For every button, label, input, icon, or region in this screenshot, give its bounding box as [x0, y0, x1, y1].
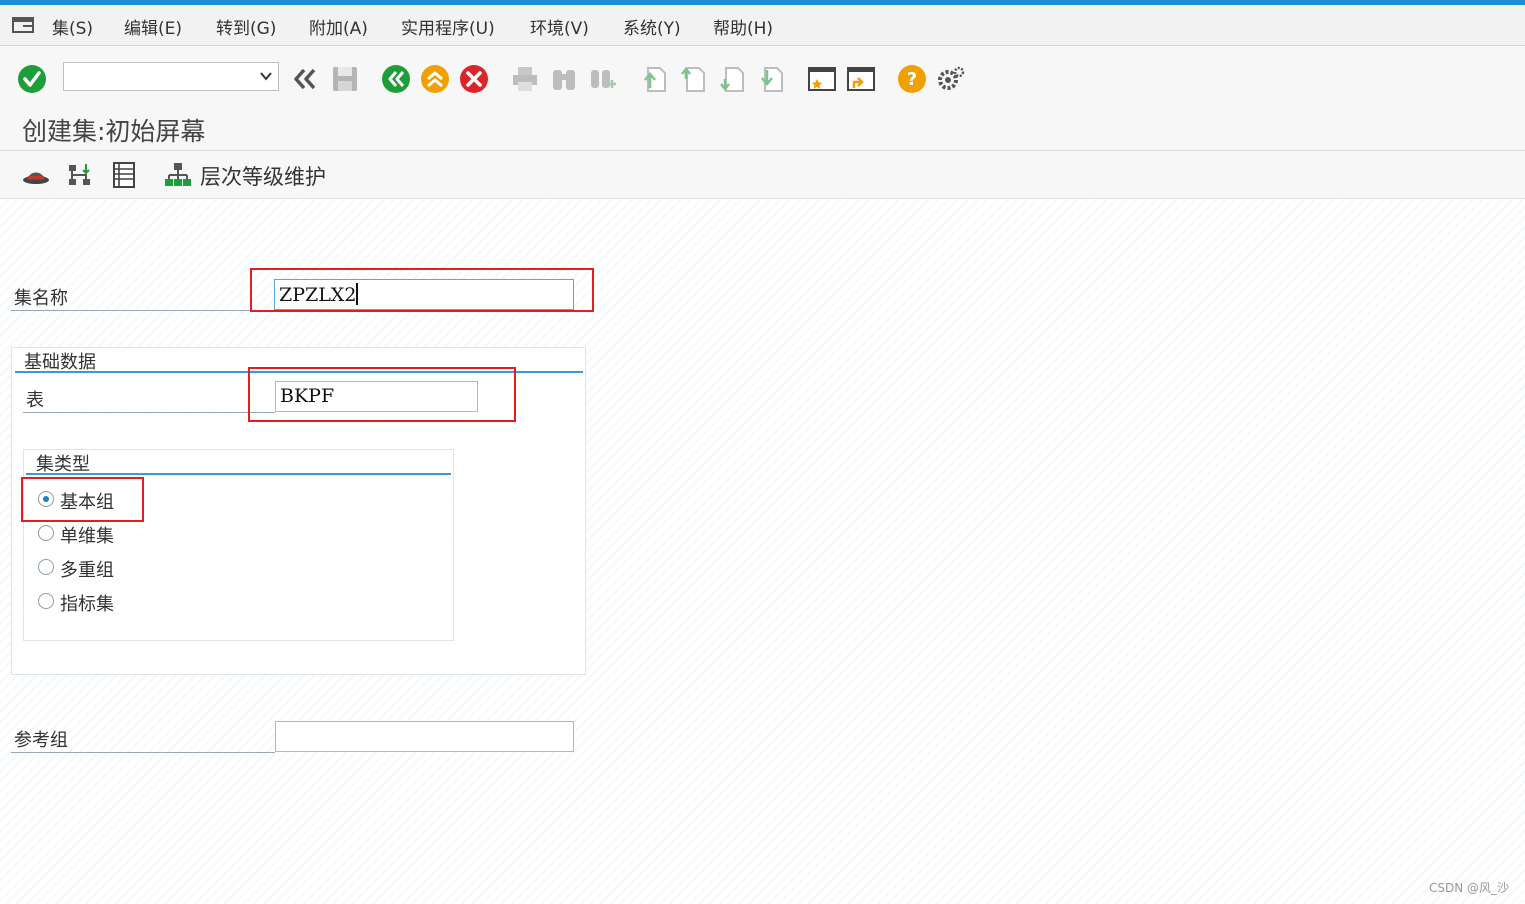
application-toolbar: 层次等级维护 — [0, 151, 1525, 199]
set-name-underline — [11, 310, 275, 311]
table-underline — [23, 412, 275, 413]
back-arrows-icon[interactable] — [290, 64, 320, 94]
exit-icon[interactable] — [420, 64, 450, 94]
menu-item-environment[interactable]: 环境(V) — [530, 14, 589, 39]
radio-label-multi-group: 多重组 — [60, 560, 114, 581]
radio-key-figure-set[interactable]: 指标集 — [38, 590, 158, 616]
hat-icon[interactable] — [22, 161, 50, 189]
set-type-title-line — [26, 473, 451, 475]
create-session-icon[interactable] — [807, 64, 837, 94]
radio-label-single-dimension: 单维集 — [60, 526, 114, 547]
list-icon[interactable] — [110, 161, 138, 189]
back-icon[interactable] — [381, 64, 411, 94]
highlight-box-set-name — [250, 268, 594, 312]
highlight-box-table — [248, 367, 516, 422]
menu-item-extras[interactable]: 附加(A) — [309, 14, 368, 39]
reference-group-underline — [11, 752, 275, 753]
find-next-icon[interactable] — [588, 64, 618, 94]
radio-button-multi-group[interactable] — [38, 559, 54, 575]
highlight-box-set-type — [21, 477, 144, 522]
menu-item-system[interactable]: 系统(Y) — [623, 14, 681, 39]
last-page-icon[interactable] — [756, 64, 786, 94]
menu-icon[interactable] — [12, 17, 34, 33]
chevron-down-icon[interactable] — [260, 71, 272, 81]
menu-item-help[interactable]: 帮助(H) — [713, 14, 773, 39]
shortcut-icon[interactable] — [846, 64, 876, 94]
menu-bar: 集(S) 编辑(E) 转到(G) 附加(A) 实用程序(U) 环境(V) 系统(… — [0, 5, 1525, 46]
radio-single-dimension[interactable]: 单维集 — [38, 522, 158, 548]
radio-multi-group[interactable]: 多重组 — [38, 556, 158, 582]
command-field[interactable] — [63, 62, 279, 91]
menu-item-edit[interactable]: 编辑(E) — [124, 14, 182, 39]
first-page-icon[interactable] — [639, 64, 669, 94]
page-title: 创建集:初始屏幕 — [22, 117, 206, 146]
title-bar: 创建集:初始屏幕 — [0, 104, 1525, 151]
radio-button-single-dimension[interactable] — [38, 525, 54, 541]
watermark: CSDN @风_沙 — [1428, 881, 1509, 895]
menu-item-set[interactable]: 集(S) — [52, 14, 93, 39]
menu-item-goto[interactable]: 转到(G) — [216, 14, 276, 39]
enter-icon[interactable] — [17, 64, 47, 94]
menu-item-utilities[interactable]: 实用程序(U) — [401, 14, 495, 39]
help-icon[interactable]: ? — [897, 64, 927, 94]
reference-group-label: 参考组 — [14, 730, 68, 751]
previous-page-icon[interactable] — [678, 64, 708, 94]
table-label: 表 — [26, 390, 44, 411]
hierarchy-maintenance-label: 层次等级维护 — [200, 165, 326, 189]
cancel-icon[interactable] — [459, 64, 489, 94]
svg-text:?: ? — [907, 69, 917, 90]
set-name-label: 集名称 — [14, 288, 68, 309]
save-icon[interactable] — [330, 64, 360, 94]
hierarchy-icon — [165, 163, 191, 186]
radio-button-key-figure-set[interactable] — [38, 593, 54, 609]
radio-label-key-figure-set: 指标集 — [60, 594, 114, 615]
find-icon[interactable] — [549, 64, 579, 94]
structure-icon[interactable] — [66, 161, 94, 189]
settings-icon[interactable] — [936, 64, 966, 94]
next-page-icon[interactable] — [717, 64, 747, 94]
print-icon[interactable] — [510, 64, 540, 94]
reference-group-input[interactable] — [275, 721, 574, 752]
